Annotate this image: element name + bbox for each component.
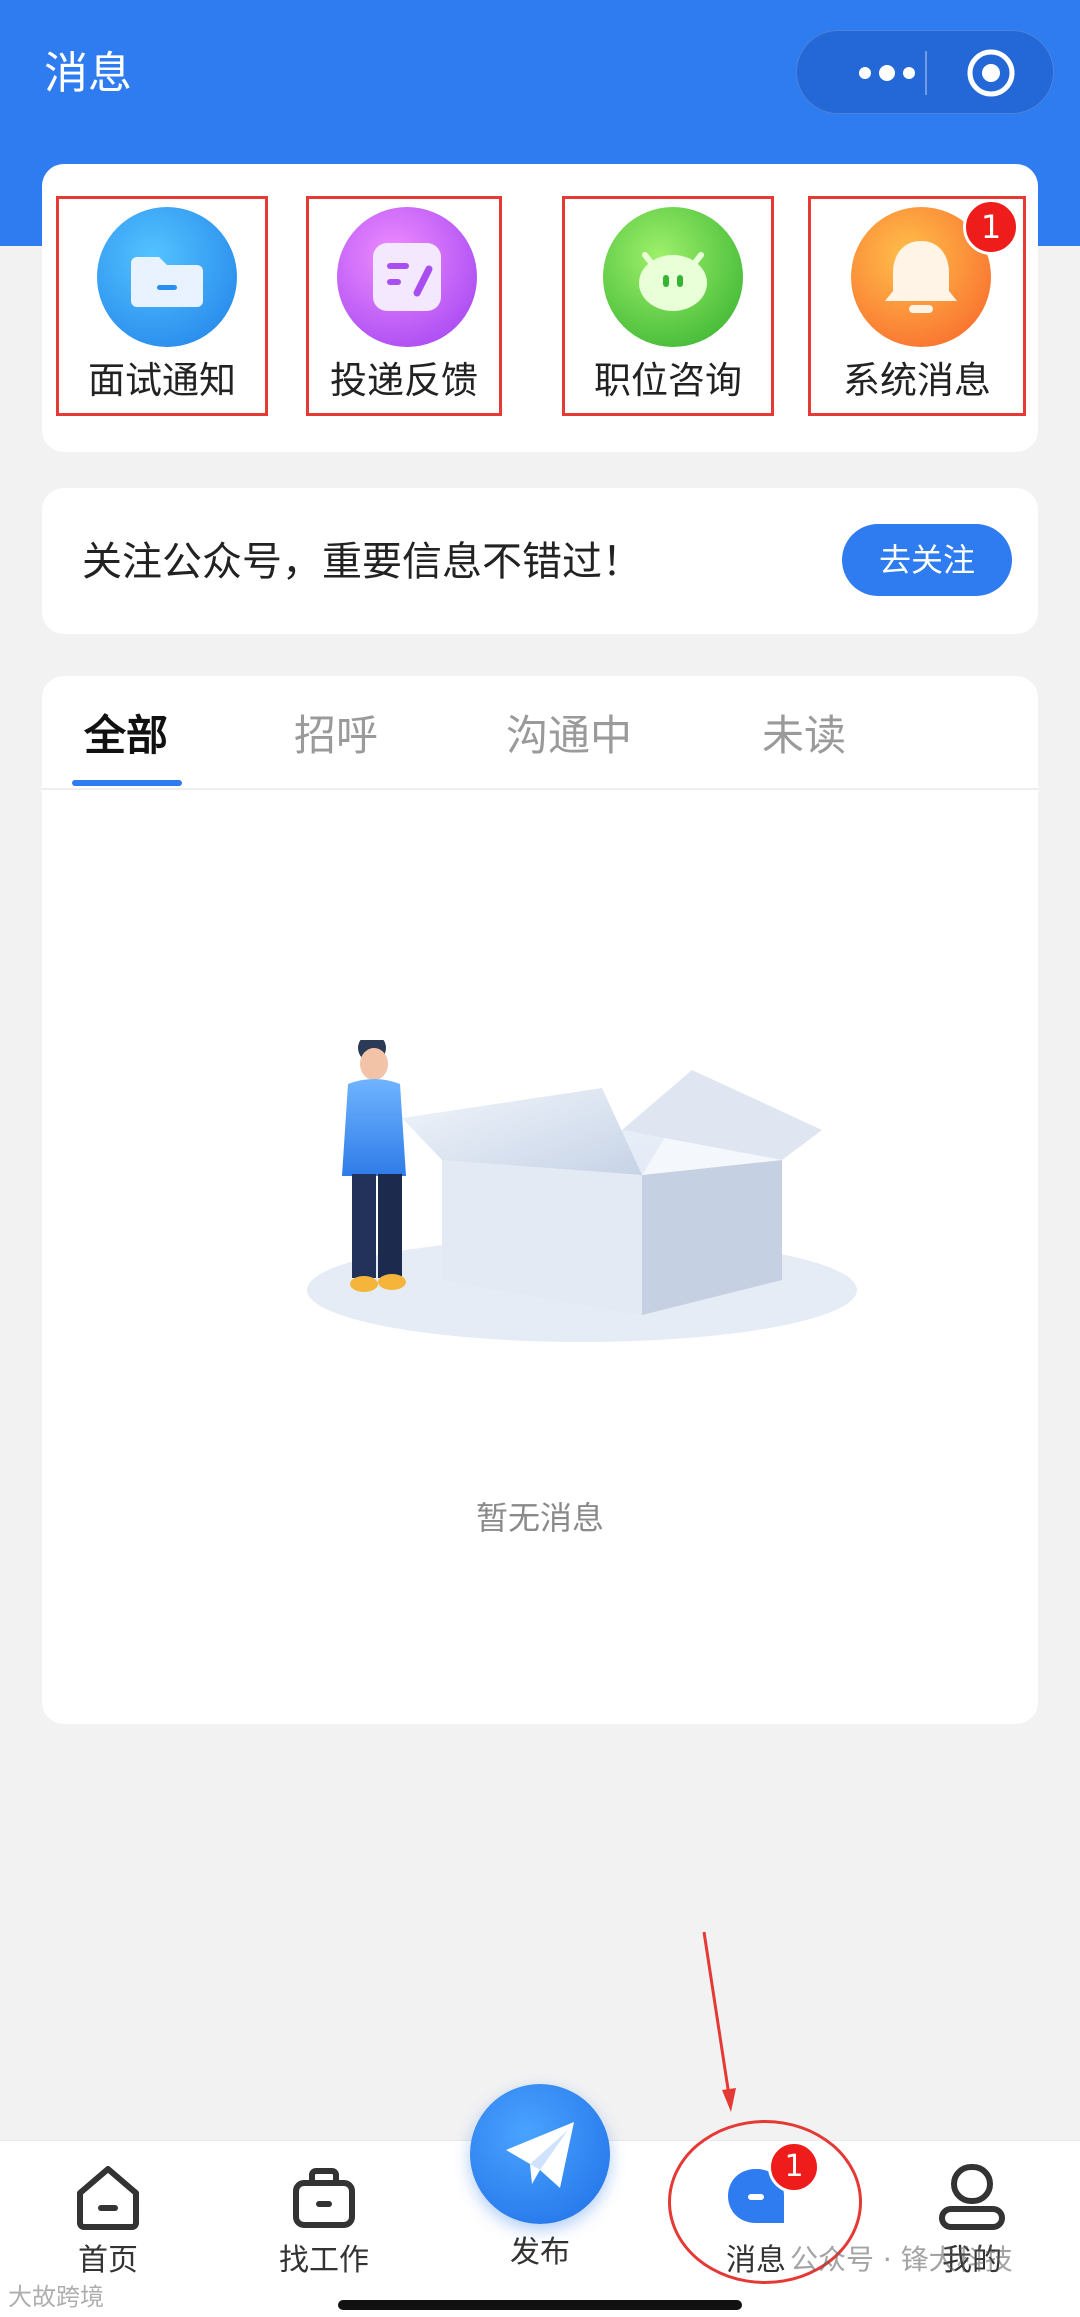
message-list-card: 全部 招呼 沟通中 未读 暂无消息 bbox=[42, 676, 1038, 1724]
close-miniprogram-button[interactable] bbox=[965, 47, 1017, 99]
unread-badge: 1 bbox=[963, 199, 1019, 255]
tab-greetings[interactable]: 招呼 bbox=[294, 706, 378, 766]
chat-face-icon bbox=[603, 207, 743, 347]
follow-banner: 关注公众号，重要信息不错过！ 去关注 bbox=[42, 488, 1038, 634]
paper-plane-icon bbox=[506, 2122, 574, 2188]
tab-unread[interactable]: 未读 bbox=[762, 706, 846, 766]
page-title: 消息 bbox=[44, 48, 132, 99]
shortcut-interview-notice[interactable]: 面试通知 bbox=[56, 196, 268, 416]
tabbar-label: 首页 bbox=[78, 2243, 138, 2278]
active-tab-indicator bbox=[72, 780, 182, 786]
shortcut-card: 面试通知 投递反馈 职位咨询 1 系统消息 bbox=[42, 164, 1038, 452]
tabbar-publish[interactable]: 发布 bbox=[460, 2231, 620, 2291]
empty-state-text: 暂无消息 bbox=[475, 1499, 604, 1537]
home-icon bbox=[77, 2166, 139, 2230]
dot-icon bbox=[859, 67, 871, 79]
follow-text: 关注公众号，重要信息不错过！ bbox=[82, 539, 642, 585]
shortcut-label: 职位咨询 bbox=[594, 359, 742, 402]
empty-box-illustration bbox=[307, 1040, 857, 1342]
shortcut-job-inquiry[interactable]: 职位咨询 bbox=[562, 196, 774, 416]
shortcut-label: 系统消息 bbox=[843, 359, 991, 402]
folder-icon bbox=[97, 207, 237, 347]
dot-icon bbox=[903, 67, 915, 79]
edit-note-icon bbox=[337, 207, 477, 347]
shortcut-label: 面试通知 bbox=[88, 359, 236, 402]
briefcase-icon bbox=[293, 2168, 355, 2228]
shortcut-delivery-feedback[interactable]: 投递反馈 bbox=[306, 196, 502, 416]
target-icon bbox=[967, 49, 1015, 97]
tabbar-label: 发布 bbox=[510, 2235, 570, 2270]
dot-icon bbox=[879, 65, 895, 81]
miniprogram-capsule bbox=[796, 30, 1054, 114]
capsule-divider bbox=[925, 51, 927, 95]
watermark: 公众号 · 锋犬科技 bbox=[790, 2243, 1013, 2276]
tabs-divider bbox=[42, 788, 1038, 790]
follow-button[interactable]: 去关注 bbox=[842, 524, 1012, 596]
home-indicator bbox=[338, 2300, 742, 2310]
shortcut-system-message[interactable]: 1 系统消息 bbox=[808, 196, 1026, 416]
publish-button[interactable] bbox=[470, 2084, 610, 2224]
shortcut-label: 投递反馈 bbox=[330, 359, 478, 402]
tabbar-home[interactable]: 首页 bbox=[28, 2157, 188, 2278]
tab-all[interactable]: 全部 bbox=[84, 706, 168, 766]
watermark: 大故跨境 bbox=[8, 2283, 104, 2311]
tabbar-label: 找工作 bbox=[279, 2243, 369, 2278]
profile-icon bbox=[939, 2164, 1005, 2230]
annotation-arrow bbox=[702, 1931, 736, 2112]
tab-in-communication[interactable]: 沟通中 bbox=[506, 706, 632, 766]
tabbar-find-job[interactable]: 找工作 bbox=[244, 2157, 404, 2278]
